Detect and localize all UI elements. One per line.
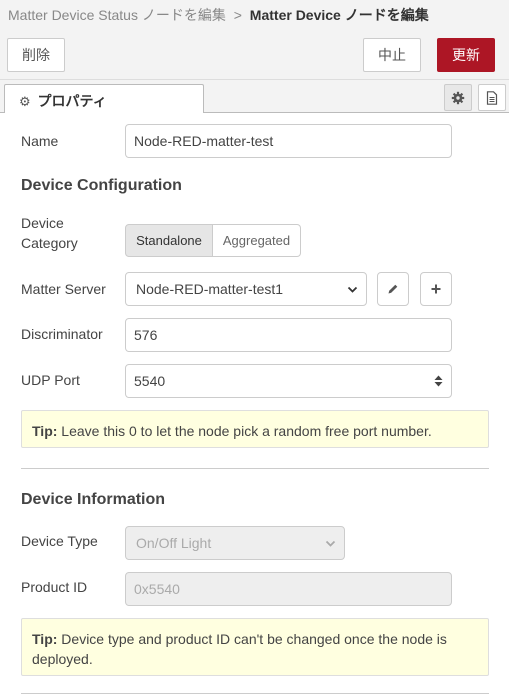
device-type-label: Device Type [21,533,98,549]
delete-button[interactable]: 削除 [7,38,65,72]
tab-properties[interactable]: ⚙ プロパティ [4,84,204,114]
spinner-arrows-icon[interactable] [434,375,443,387]
properties-form: Name Node-RED-matter-test Device Configu… [0,113,509,697]
gear-icon [451,91,465,104]
name-input[interactable]: Node-RED-matter-test [125,124,452,158]
section-divider [21,693,489,694]
breadcrumb-separator: > [233,7,242,23]
cancel-button[interactable]: 中止 [363,38,421,72]
chevron-down-icon [325,540,336,547]
category-aggregated-button[interactable]: Aggregated [213,224,301,257]
udp-port-value: 5540 [134,373,166,389]
matter-server-value: Node-RED-matter-test1 [136,281,284,297]
category-standalone-button[interactable]: Standalone [125,224,213,257]
tab-settings[interactable] [444,84,472,111]
update-button[interactable]: 更新 [437,38,495,72]
device-type-tip: Tip: Device type and product ID can't be… [21,618,489,676]
udp-port-input[interactable]: 5540 [125,364,452,398]
tip-text: Leave this 0 to let the node pick a rand… [57,423,432,439]
matter-server-select[interactable]: Node-RED-matter-test1 [125,272,367,306]
tip-prefix: Tip: [32,423,58,439]
pencil-icon [388,284,398,294]
breadcrumb: Matter Device Status ノードを編集 > Matter Dev… [0,0,509,30]
add-server-button[interactable] [420,272,452,306]
edit-server-button[interactable] [377,272,409,306]
tab-properties-label: プロパティ [37,93,107,109]
section-divider [21,468,489,469]
discriminator-input[interactable]: 576 [125,318,452,352]
tab-description[interactable] [478,84,506,111]
device-type-value: On/Off Light [136,535,212,551]
device-type-select: On/Off Light [125,526,345,560]
matter-server-label: Matter Server [21,281,106,297]
device-category-label: Device Category [21,215,78,251]
product-id-input: 0x5540 [125,572,452,606]
udp-port-label: UDP Port [21,372,80,388]
file-text-icon [486,90,498,105]
breadcrumb-parent[interactable]: Matter Device Status ノードを編集 [8,7,226,23]
name-label: Name [21,133,59,149]
device-information-heading: Device Information [21,491,166,508]
breadcrumb-current: Matter Device ノードを編集 [249,7,429,23]
gear-icon: ⚙ [19,94,31,109]
plus-icon [431,284,441,294]
discriminator-label: Discriminator [21,326,103,342]
tray-toolbar: 削除 中止 更新 [0,30,509,80]
tab-bar: ⚙ プロパティ [0,80,509,114]
udp-port-tip: Tip: Leave this 0 to let the node pick a… [21,410,489,448]
product-id-label: Product ID [21,579,88,595]
device-configuration-heading: Device Configuration [21,177,182,194]
chevron-down-icon [347,286,358,293]
tip-text: Device type and product ID can't be chan… [32,631,447,667]
tip-prefix: Tip: [32,631,58,647]
device-category-toggle[interactable]: Standalone Aggregated [125,224,301,257]
